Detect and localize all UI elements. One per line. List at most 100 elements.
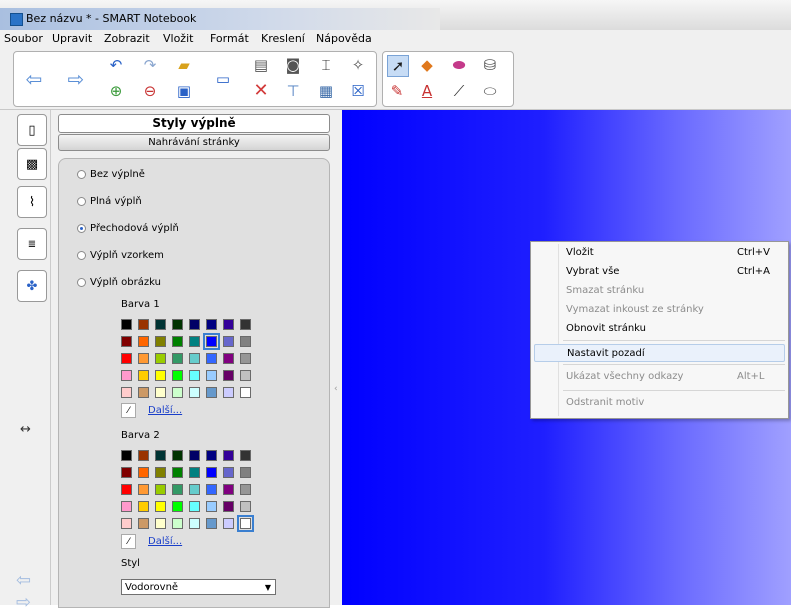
color-2-swatch[interactable] xyxy=(240,484,251,495)
menu-draw[interactable]: Kreslení xyxy=(261,32,305,45)
context-menu-item-set-background[interactable]: Nastavit pozadí xyxy=(534,344,785,362)
save-icon[interactable]: ▣ xyxy=(174,81,194,101)
color-2-swatch[interactable] xyxy=(189,467,200,478)
fill-option-image[interactable]: Výplň obrázku xyxy=(77,275,161,289)
color-2-swatch[interactable] xyxy=(155,518,166,529)
context-menu-item-paste[interactable]: Vložit Ctrl+V xyxy=(534,244,785,262)
color-2-swatch[interactable] xyxy=(223,450,234,461)
page-sorter-icon[interactable]: ▯ xyxy=(17,114,47,146)
radio-button[interactable] xyxy=(77,277,86,287)
color-1-swatch[interactable] xyxy=(206,353,217,364)
color-1-swatch[interactable] xyxy=(138,336,149,347)
color-2-swatch[interactable] xyxy=(189,450,200,461)
color-1-swatch[interactable] xyxy=(121,387,132,398)
color-2-swatch[interactable] xyxy=(155,484,166,495)
delete-icon[interactable]: ✕ xyxy=(251,81,271,101)
color-2-swatch[interactable] xyxy=(121,518,132,529)
color-1-swatch[interactable] xyxy=(155,353,166,364)
color-1-swatch[interactable] xyxy=(240,319,251,330)
color-2-swatch[interactable] xyxy=(240,467,251,478)
color-2-swatch[interactable] xyxy=(206,501,217,512)
color-1-swatch[interactable] xyxy=(223,387,234,398)
color-2-swatch[interactable] xyxy=(172,467,183,478)
addons-icon[interactable]: ✤ xyxy=(17,270,47,302)
screen-capture-icon[interactable]: ◙ xyxy=(283,55,303,75)
color-2-swatch[interactable] xyxy=(223,467,234,478)
color-2-swatch[interactable] xyxy=(206,467,217,478)
color-1-swatch[interactable] xyxy=(203,333,220,350)
fill-bucket-icon[interactable]: ⛁ xyxy=(480,55,500,75)
color-2-swatch[interactable] xyxy=(172,484,183,495)
color-1-swatch[interactable] xyxy=(189,370,200,381)
page-recording-tab[interactable]: Nahrávání stránky xyxy=(58,134,330,151)
color-2-swatch[interactable] xyxy=(240,501,251,512)
color-1-swatch[interactable] xyxy=(138,370,149,381)
magic-pen-icon[interactable]: ✧ xyxy=(348,55,368,75)
add-page-icon[interactable]: ⊕ xyxy=(106,81,126,101)
fill-option-pattern[interactable]: Výplň vzorkem xyxy=(77,248,164,262)
color-1-swatch[interactable] xyxy=(138,353,149,364)
color-2-swatch[interactable] xyxy=(189,484,200,495)
eyedropper-icon[interactable]: ⁄ xyxy=(121,534,136,549)
color-1-swatch[interactable] xyxy=(206,319,217,330)
color-1-swatch[interactable] xyxy=(223,370,234,381)
close-box-icon[interactable]: ☒ xyxy=(348,81,368,101)
color-1-swatch[interactable] xyxy=(189,319,200,330)
color-1-swatch[interactable] xyxy=(240,370,251,381)
panel-back-arrow-icon[interactable]: ⇦ xyxy=(16,570,31,591)
menu-edit[interactable]: Upravit xyxy=(52,32,92,45)
forward-arrow-icon[interactable]: ⇨ xyxy=(66,69,86,89)
radio-button[interactable] xyxy=(77,196,86,206)
color-2-swatch[interactable] xyxy=(155,467,166,478)
color-1-swatch[interactable] xyxy=(240,336,251,347)
color-2-swatch[interactable] xyxy=(223,501,234,512)
menu-view[interactable]: Zobrazit xyxy=(104,32,150,45)
panel-forward-arrow-icon[interactable]: ⇨ xyxy=(16,592,31,613)
eraser-icon[interactable]: ⬬ xyxy=(449,55,469,75)
color-2-swatch[interactable] xyxy=(121,484,132,495)
color-1-swatch[interactable] xyxy=(172,353,183,364)
color-2-swatch[interactable] xyxy=(138,518,149,529)
color-1-swatch[interactable] xyxy=(172,370,183,381)
screen-share-icon[interactable]: ▭ xyxy=(213,69,233,89)
color-1-swatch[interactable] xyxy=(155,387,166,398)
color-2-swatch[interactable] xyxy=(189,501,200,512)
radio-button-selected[interactable] xyxy=(77,223,86,233)
text-icon[interactable]: A xyxy=(417,81,437,101)
color-1-swatch[interactable] xyxy=(240,353,251,364)
color-1-swatch[interactable] xyxy=(121,353,132,364)
color-1-swatch[interactable] xyxy=(206,387,217,398)
color-1-swatch[interactable] xyxy=(172,319,183,330)
screen-shade-icon[interactable]: ⌶ xyxy=(316,55,336,75)
color-1-swatch[interactable] xyxy=(223,336,234,347)
fill-option-gradient[interactable]: Přechodová výplň xyxy=(77,221,179,235)
menu-file[interactable]: Soubor xyxy=(4,32,43,45)
color-1-swatch[interactable] xyxy=(155,370,166,381)
table-icon[interactable]: ▦ xyxy=(316,81,336,101)
color-1-swatch[interactable] xyxy=(155,319,166,330)
color-2-swatch[interactable] xyxy=(121,467,132,478)
select-pointer-icon[interactable]: ➚ xyxy=(387,55,409,77)
color-2-swatch[interactable] xyxy=(172,518,183,529)
color-2-swatch[interactable] xyxy=(138,467,149,478)
color-1-swatch[interactable] xyxy=(223,319,234,330)
color-1-swatch[interactable] xyxy=(206,370,217,381)
delete-page-icon[interactable]: ⊖ xyxy=(140,81,160,101)
color-2-swatch[interactable] xyxy=(155,450,166,461)
panel-collapse-icon[interactable]: ‹ xyxy=(334,384,338,394)
color-2-swatch[interactable] xyxy=(189,518,200,529)
color-2-swatch[interactable] xyxy=(223,518,234,529)
redo-icon[interactable]: ↷ xyxy=(140,55,160,75)
color-1-swatch[interactable] xyxy=(121,319,132,330)
resize-arrows-icon[interactable]: ↔ xyxy=(20,422,31,437)
gradient-style-select[interactable]: Vodorovně ▼ xyxy=(121,579,276,595)
color-2-swatch[interactable] xyxy=(206,518,217,529)
color-1-swatch[interactable] xyxy=(223,353,234,364)
color-1-swatch[interactable] xyxy=(189,336,200,347)
undo-icon[interactable]: ↶ xyxy=(106,55,126,75)
fill-option-solid[interactable]: Plná výplň xyxy=(77,194,142,208)
color-2-swatch[interactable] xyxy=(223,484,234,495)
context-menu-item-select-all[interactable]: Vybrat vše Ctrl+A xyxy=(534,263,785,281)
radio-button[interactable] xyxy=(77,250,86,260)
line-icon[interactable]: ⟋ xyxy=(449,81,469,101)
